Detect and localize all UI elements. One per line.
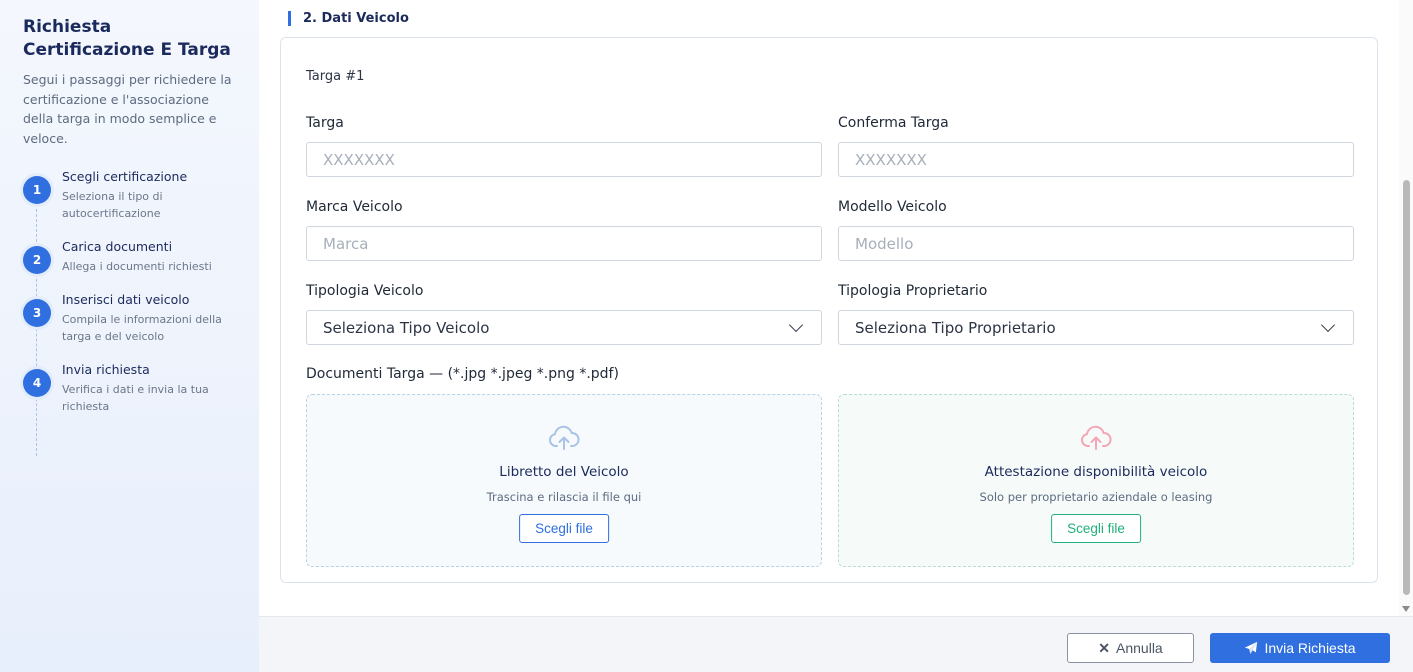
tipologia-veicolo-value: Seleziona Tipo Veicolo bbox=[323, 318, 490, 337]
libretto-subtitle: Trascina e rilascia il file qui bbox=[486, 490, 642, 504]
attestazione-title: Attestazione disponibilità veicolo bbox=[984, 464, 1208, 480]
step-1: 1 Scegli certificazione Seleziona il tip… bbox=[23, 169, 259, 246]
main-panel: 2. Dati Veicolo Targa #1 Targa Conferma … bbox=[259, 0, 1399, 616]
conferma-targa-input[interactable] bbox=[838, 142, 1354, 177]
documenti-title: Documenti Targa bbox=[306, 366, 425, 382]
section-title: 2. Dati Veicolo bbox=[288, 11, 409, 26]
modello-label: Modello Veicolo bbox=[838, 199, 947, 215]
step-4: 4 Invia richiesta Verifica i dati e invi… bbox=[23, 362, 259, 429]
scroll-down-icon[interactable] bbox=[1402, 606, 1410, 612]
marca-input[interactable] bbox=[306, 226, 822, 261]
step-subtitle: Allega i documenti richiesti bbox=[62, 260, 212, 273]
paper-plane-icon bbox=[1245, 641, 1258, 654]
step-3: 3 Inserisci dati veicolo Compila le info… bbox=[23, 292, 259, 369]
libretto-dropzone[interactable]: Libretto del Veicolo Trascina e rilascia… bbox=[306, 394, 822, 567]
close-icon: ✕ bbox=[1098, 639, 1111, 656]
step-title: Scegli certificazione bbox=[62, 169, 188, 184]
targa-heading: Targa #1 bbox=[306, 69, 365, 84]
tipologia-veicolo-label: Tipologia Veicolo bbox=[306, 283, 424, 299]
step-subtitle: Seleziona il tipo di autocertificazione bbox=[62, 190, 163, 220]
sidebar-description: Segui i passaggi per richiedere la certi… bbox=[23, 72, 232, 146]
step-title: Invia richiesta bbox=[62, 362, 150, 377]
documenti-label: Documenti Targa — (*.jpg *.jpeg *.png *.… bbox=[306, 366, 619, 382]
libretto-title: Libretto del Veicolo bbox=[499, 464, 629, 480]
tipologia-proprietario-select[interactable]: Seleziona Tipo Proprietario bbox=[838, 310, 1354, 345]
attestazione-subtitle: Solo per proprietario aziendale o leasin… bbox=[979, 490, 1213, 504]
tipologia-veicolo-select[interactable]: Seleziona Tipo Veicolo bbox=[306, 310, 822, 345]
targa-label: Targa bbox=[306, 115, 344, 131]
documenti-formats: — (*.jpg *.jpeg *.png *.pdf) bbox=[424, 366, 619, 382]
libretto-choose-file-button[interactable]: Scegli file bbox=[519, 514, 609, 543]
attestazione-choose-file-button[interactable]: Scegli file bbox=[1051, 514, 1141, 543]
step-number: 2 bbox=[23, 246, 51, 274]
send-request-button[interactable]: Invia Richiesta bbox=[1210, 633, 1390, 663]
step-subtitle: Compila le informazioni della targa e de… bbox=[62, 313, 222, 343]
chevron-down-icon bbox=[788, 317, 804, 333]
cloud-upload-icon bbox=[549, 425, 580, 450]
steps-connector bbox=[36, 204, 37, 456]
step-title: Carica documenti bbox=[62, 239, 173, 254]
chevron-down-icon bbox=[1320, 317, 1336, 333]
steps-list: 1 Scegli certificazione Seleziona il tip… bbox=[23, 169, 259, 456]
marca-label: Marca Veicolo bbox=[306, 199, 403, 215]
vertical-scrollbar[interactable] bbox=[1399, 0, 1413, 616]
step-title: Inserisci dati veicolo bbox=[62, 292, 190, 307]
cloud-upload-icon bbox=[1081, 425, 1112, 450]
vehicle-form-card: Targa #1 Targa Conferma Targa Marca Veic… bbox=[280, 37, 1378, 583]
cancel-button-label: Annulla bbox=[1116, 640, 1163, 656]
modello-input[interactable] bbox=[838, 226, 1354, 261]
conferma-targa-label: Conferma Targa bbox=[838, 115, 949, 131]
step-number: 1 bbox=[23, 176, 51, 204]
modal-footer: ✕ Annulla Invia Richiesta bbox=[259, 616, 1413, 672]
tipologia-proprietario-value: Seleziona Tipo Proprietario bbox=[855, 318, 1056, 337]
sidebar: Richiesta Certificazione E Targa Segui i… bbox=[0, 0, 259, 672]
sidebar-title: Richiesta Certificazione E Targa bbox=[23, 17, 231, 60]
targa-input[interactable] bbox=[306, 142, 822, 177]
send-button-label: Invia Richiesta bbox=[1264, 640, 1356, 656]
cancel-button[interactable]: ✕ Annulla bbox=[1067, 633, 1194, 663]
tipologia-proprietario-label: Tipologia Proprietario bbox=[838, 283, 988, 299]
attestazione-dropzone[interactable]: Attestazione disponibilità veicolo Solo … bbox=[838, 394, 1354, 567]
step-number: 4 bbox=[23, 369, 51, 397]
step-number: 3 bbox=[23, 299, 51, 327]
step-subtitle: Verifica i dati e invia la tua richiesta bbox=[62, 383, 209, 413]
scrollbar-thumb[interactable] bbox=[1403, 180, 1410, 595]
